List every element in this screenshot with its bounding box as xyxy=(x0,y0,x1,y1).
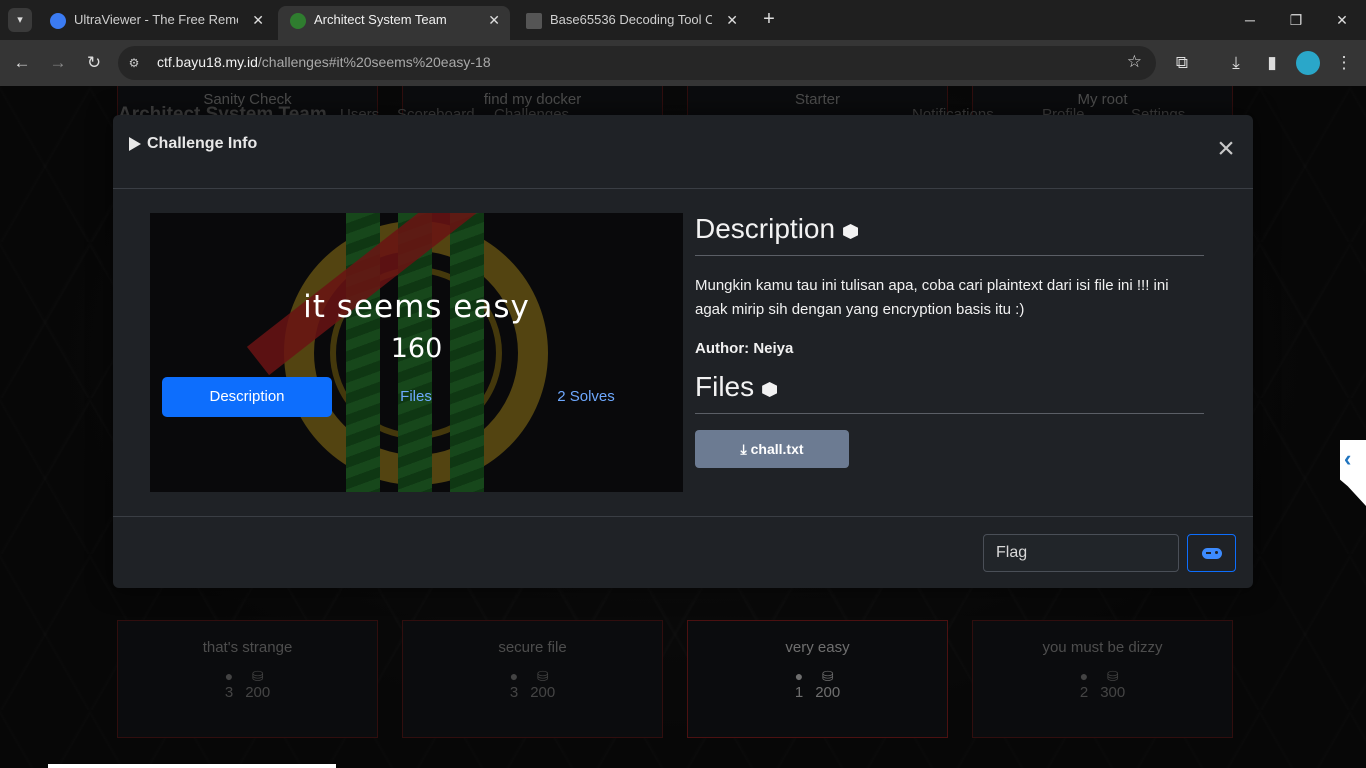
architect-favicon-icon xyxy=(290,13,306,29)
solve-count: 2 xyxy=(1079,684,1089,701)
coins-icon: ⛁ xyxy=(536,668,549,684)
tab-title: UltraViewer - The Free Remote D xyxy=(74,12,238,27)
close-tab-icon[interactable]: ✕ xyxy=(488,6,500,34)
extensions-icon[interactable]: ⧉ xyxy=(1170,51,1194,75)
submit-flag-button[interactable] xyxy=(1187,534,1236,572)
challenge-card[interactable]: secure file ● 3 ⛁ 200 xyxy=(402,620,663,738)
browser-tab-bar: ▾ UltraViewer - The Free Remote D ✕ Arch… xyxy=(0,0,1366,40)
points-value: 200 xyxy=(530,684,556,701)
chevron-left-icon: ‹ xyxy=(1344,446,1352,471)
coins-icon: ⛁ xyxy=(821,668,834,684)
challenge-name: you must be dizzy xyxy=(1042,639,1163,656)
modal-title-text: Challenge Info xyxy=(147,135,258,152)
tab-title: Base65536 Decoding Tool Online xyxy=(550,12,712,27)
download-icon: ⤓ xyxy=(740,440,747,457)
ultraviewer-favicon-icon xyxy=(50,13,66,29)
files-heading-text: Files xyxy=(695,371,755,402)
challenge-name: that's strange xyxy=(202,639,293,656)
tab-search-button[interactable]: ▾ xyxy=(8,8,32,32)
challenge-card[interactable]: very easy ● 1 ⛁ 200 xyxy=(687,620,948,738)
browser-tab-base65536[interactable]: Base65536 Decoding Tool Online ✕ xyxy=(514,6,748,40)
browser-toolbar: ← → ↻ ⚙ ctf.bayu18.my.id/challenges#it%2… xyxy=(0,40,1366,86)
url-host: ctf.bayu18.my.id xyxy=(157,54,258,70)
browser-tab-ultraviewer[interactable]: UltraViewer - The Free Remote D ✕ xyxy=(38,6,274,40)
download-file-button[interactable]: ⤓ chall.txt xyxy=(695,430,849,468)
solve-count: 3 xyxy=(224,684,234,701)
description-heading: Description xyxy=(695,213,1204,256)
modal-footer xyxy=(113,516,1253,588)
solve-count: 1 xyxy=(794,684,804,701)
forward-arrow-icon[interactable]: → xyxy=(46,51,70,75)
challenge-hero: it seems easy 160 Description Files 2 So… xyxy=(150,213,683,492)
back-arrow-icon[interactable]: ← xyxy=(10,51,34,75)
bg-card-top[interactable]: Sanity Check xyxy=(117,86,378,116)
bookmark-star-icon[interactable]: ☆ xyxy=(1127,52,1142,72)
base65536-favicon-icon xyxy=(526,13,542,29)
tab-description[interactable]: Description xyxy=(162,377,332,417)
restore-window-button[interactable]: ❐ xyxy=(1284,8,1308,32)
files-heading: Files xyxy=(695,371,1204,414)
points-value: 200 xyxy=(815,684,841,701)
gamepad-icon xyxy=(1201,547,1222,559)
browser-menu-icon[interactable]: ⋮ xyxy=(1332,51,1356,75)
challenge-name: very easy xyxy=(785,639,850,656)
challenge-modal: Challenge Info × it seems easy 160 Descr… xyxy=(113,115,1253,588)
bg-card-top[interactable]: My root xyxy=(972,86,1233,116)
tab-title: Architect System Team xyxy=(314,12,447,27)
close-window-button[interactable]: ✕ xyxy=(1330,8,1354,32)
user-icon: ● xyxy=(509,668,519,684)
challenge-card[interactable]: that's strange ● 3 ⛁ 200 xyxy=(117,620,378,738)
bg-card-top[interactable]: find my docker xyxy=(402,86,663,116)
challenge-points: 160 xyxy=(390,333,443,364)
close-modal-button[interactable]: × xyxy=(1213,134,1239,164)
cube-icon xyxy=(762,382,778,397)
challenge-name: secure file xyxy=(498,639,567,656)
file-name: chall.txt xyxy=(750,441,804,457)
user-icon: ● xyxy=(1079,668,1089,684)
bg-card-top[interactable]: Starter xyxy=(687,86,948,116)
play-icon xyxy=(129,137,141,151)
challenge-name: it seems easy xyxy=(303,289,530,325)
description-panel: Description Mungkin kamu tau ini tulisan… xyxy=(695,213,1204,468)
description-heading-text: Description xyxy=(695,213,836,244)
points-value: 300 xyxy=(1100,684,1126,701)
reload-icon[interactable]: ↻ xyxy=(82,51,106,75)
solve-count: 3 xyxy=(509,684,519,701)
close-tab-icon[interactable]: ✕ xyxy=(726,6,738,34)
side-panel-icon[interactable]: ▮ xyxy=(1260,51,1284,75)
site-info-icon[interactable]: ⚙ xyxy=(126,55,142,71)
description-text: Mungkin kamu tau ini tulisan apa, coba c… xyxy=(695,277,1169,318)
tab-solves[interactable]: 2 Solves xyxy=(501,377,671,417)
modal-title: Challenge Info xyxy=(129,135,257,153)
browser-tab-architect[interactable]: Architect System Team ✕ xyxy=(278,6,510,40)
download-icon[interactable]: ⤓ xyxy=(1224,51,1248,75)
challenge-card[interactable]: you must be dizzy ● 2 ⛁ 300 xyxy=(972,620,1233,738)
close-tab-icon[interactable]: ✕ xyxy=(252,6,264,34)
profile-avatar[interactable] xyxy=(1296,51,1320,75)
address-bar[interactable]: ⚙ ctf.bayu18.my.id/challenges#it%20seems… xyxy=(118,46,1156,80)
url-text[interactable]: ctf.bayu18.my.id/challenges#it%20seems%2… xyxy=(157,54,491,70)
coins-icon: ⛁ xyxy=(251,668,264,684)
tab-files[interactable]: Files xyxy=(331,377,501,417)
minimize-window-button[interactable]: ─ xyxy=(1238,8,1262,32)
horizontal-scrollbar[interactable] xyxy=(48,764,336,768)
coins-icon: ⛁ xyxy=(1106,668,1119,684)
user-icon: ● xyxy=(794,668,804,684)
modal-header: Challenge Info × xyxy=(113,115,1253,189)
points-value: 200 xyxy=(245,684,271,701)
author-text: Author: Neiya xyxy=(695,340,794,357)
new-tab-button[interactable]: + xyxy=(758,8,780,30)
flag-input[interactable] xyxy=(983,534,1179,572)
cube-icon xyxy=(843,224,859,239)
url-path: /challenges#it%20seems%20easy-18 xyxy=(257,54,491,70)
user-icon: ● xyxy=(224,668,234,684)
